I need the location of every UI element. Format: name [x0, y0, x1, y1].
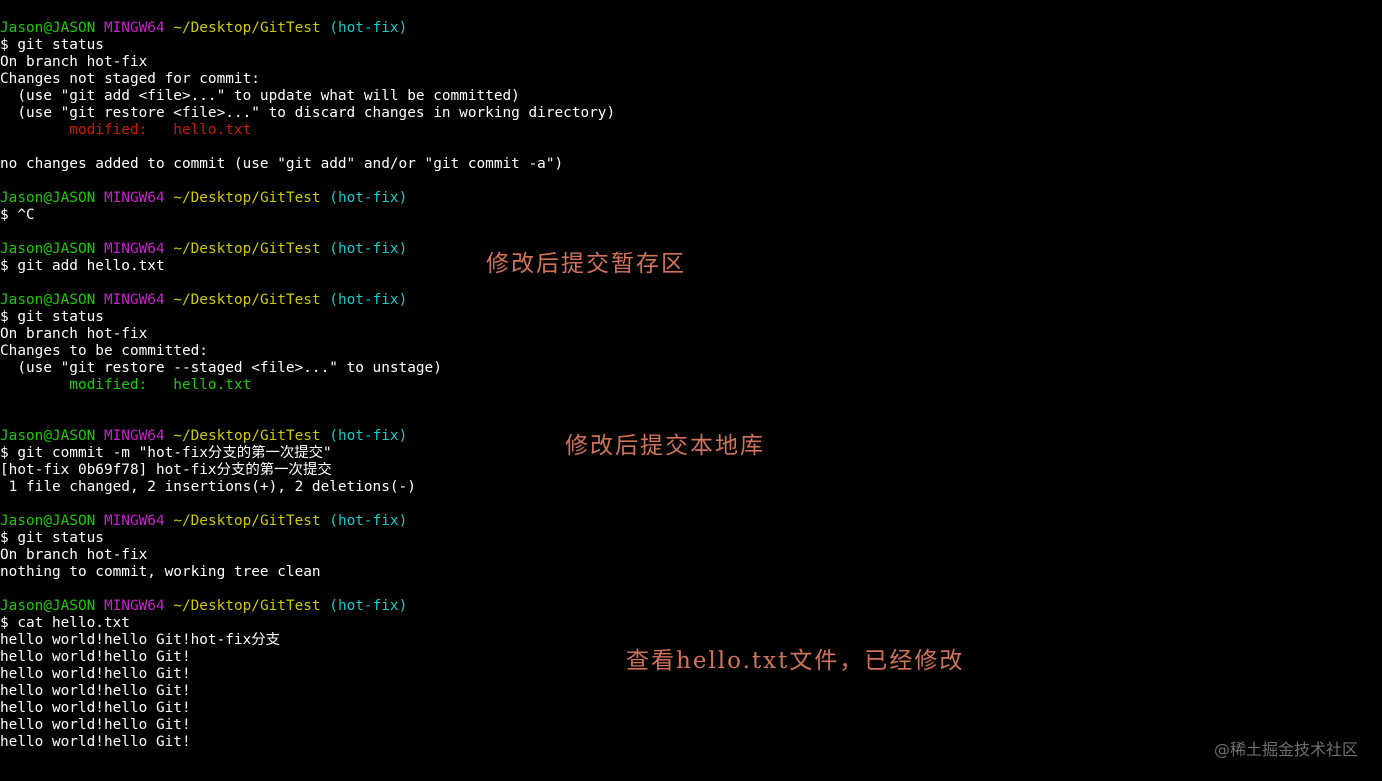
prompt-user: Jason@JASON — [0, 190, 96, 206]
prompt-host: MINGW64 — [103, 292, 165, 308]
output-line: $ git add hello.txt — [0, 258, 165, 274]
prompt-branch: (hot-fix) — [329, 241, 408, 257]
annotation-view-file: 查看hello.txt文件，已经修改 — [626, 648, 965, 674]
prompt-path: ~/Desktop/GitTest — [173, 292, 321, 308]
output-line: (use "git add <file>..." to update what … — [0, 88, 520, 104]
output-line: (use "git restore <file>..." to discard … — [0, 105, 616, 121]
annotation-staging: 修改后提交暂存区 — [486, 251, 686, 277]
output-line: Changes not staged for commit: — [0, 71, 260, 87]
output-line: $ git status — [0, 309, 104, 325]
prompt-path: ~/Desktop/GitTest — [173, 513, 321, 529]
output-line: hello world!hello Git! — [0, 700, 191, 716]
output-line: Changes to be committed: — [0, 343, 208, 359]
output-line: nothing to commit, working tree clean — [0, 564, 321, 580]
prompt-path: ~/Desktop/GitTest — [173, 428, 321, 444]
output-line: modified: hello.txt — [0, 377, 252, 393]
prompt-line: Jason@JASON MINGW64 ~/Desktop/GitTest (h… — [0, 513, 1382, 530]
output-line: $ git status — [0, 37, 104, 53]
prompt-branch: (hot-fix) — [329, 292, 408, 308]
prompt-user: Jason@JASON — [0, 241, 96, 257]
output-line: hello world!hello Git! — [0, 734, 191, 750]
output-line: no changes added to commit (use "git add… — [0, 156, 564, 172]
watermark: @稀土掘金技术社区 — [1213, 740, 1358, 759]
prompt-user: Jason@JASON — [0, 428, 96, 444]
prompt-user: Jason@JASON — [0, 513, 96, 529]
prompt-path: ~/Desktop/GitTest — [173, 598, 321, 614]
output-line: $ cat hello.txt — [0, 615, 130, 631]
output-line: [hot-fix 0b69f78] hot-fix分支的第一次提交 — [0, 462, 332, 478]
prompt-path: ~/Desktop/GitTest — [173, 190, 321, 206]
output-line: modified: hello.txt — [0, 122, 252, 138]
prompt-host: MINGW64 — [103, 428, 165, 444]
prompt-branch: (hot-fix) — [329, 20, 408, 36]
output-line: On branch hot-fix — [0, 326, 148, 342]
output-line: 1 file changed, 2 insertions(+), 2 delet… — [0, 479, 416, 495]
prompt-line: Jason@JASON MINGW64 ~/Desktop/GitTest (h… — [0, 241, 1382, 258]
prompt-line: Jason@JASON MINGW64 ~/Desktop/GitTest (h… — [0, 292, 1382, 309]
prompt-line: Jason@JASON MINGW64 ~/Desktop/GitTest (h… — [0, 20, 1382, 37]
prompt-user: Jason@JASON — [0, 598, 96, 614]
output-line: $ git status — [0, 530, 104, 546]
prompt-line: Jason@JASON MINGW64 ~/Desktop/GitTest (h… — [0, 598, 1382, 615]
output-line: On branch hot-fix — [0, 547, 148, 563]
output-line: (use "git restore --staged <file>..." to… — [0, 360, 442, 376]
output-line: hello world!hello Git! — [0, 717, 191, 733]
prompt-user: Jason@JASON — [0, 292, 96, 308]
output-line: $ ^C — [0, 207, 35, 223]
output-line: hello world!hello Git! — [0, 683, 191, 699]
prompt-host: MINGW64 — [103, 598, 165, 614]
prompt-host: MINGW64 — [103, 20, 165, 36]
prompt-path: ~/Desktop/GitTest — [173, 241, 321, 257]
prompt-host: MINGW64 — [103, 513, 165, 529]
prompt-host: MINGW64 — [103, 241, 165, 257]
prompt-branch: (hot-fix) — [329, 598, 408, 614]
prompt-branch: (hot-fix) — [329, 513, 408, 529]
prompt-branch: (hot-fix) — [329, 190, 408, 206]
output-line: On branch hot-fix — [0, 54, 148, 70]
annotation-local-repo: 修改后提交本地库 — [565, 433, 765, 459]
prompt-user: Jason@JASON — [0, 20, 96, 36]
prompt-host: MINGW64 — [103, 190, 165, 206]
prompt-branch: (hot-fix) — [329, 428, 408, 444]
prompt-path: ~/Desktop/GitTest — [173, 20, 321, 36]
prompt-line: Jason@JASON MINGW64 ~/Desktop/GitTest (h… — [0, 190, 1382, 207]
